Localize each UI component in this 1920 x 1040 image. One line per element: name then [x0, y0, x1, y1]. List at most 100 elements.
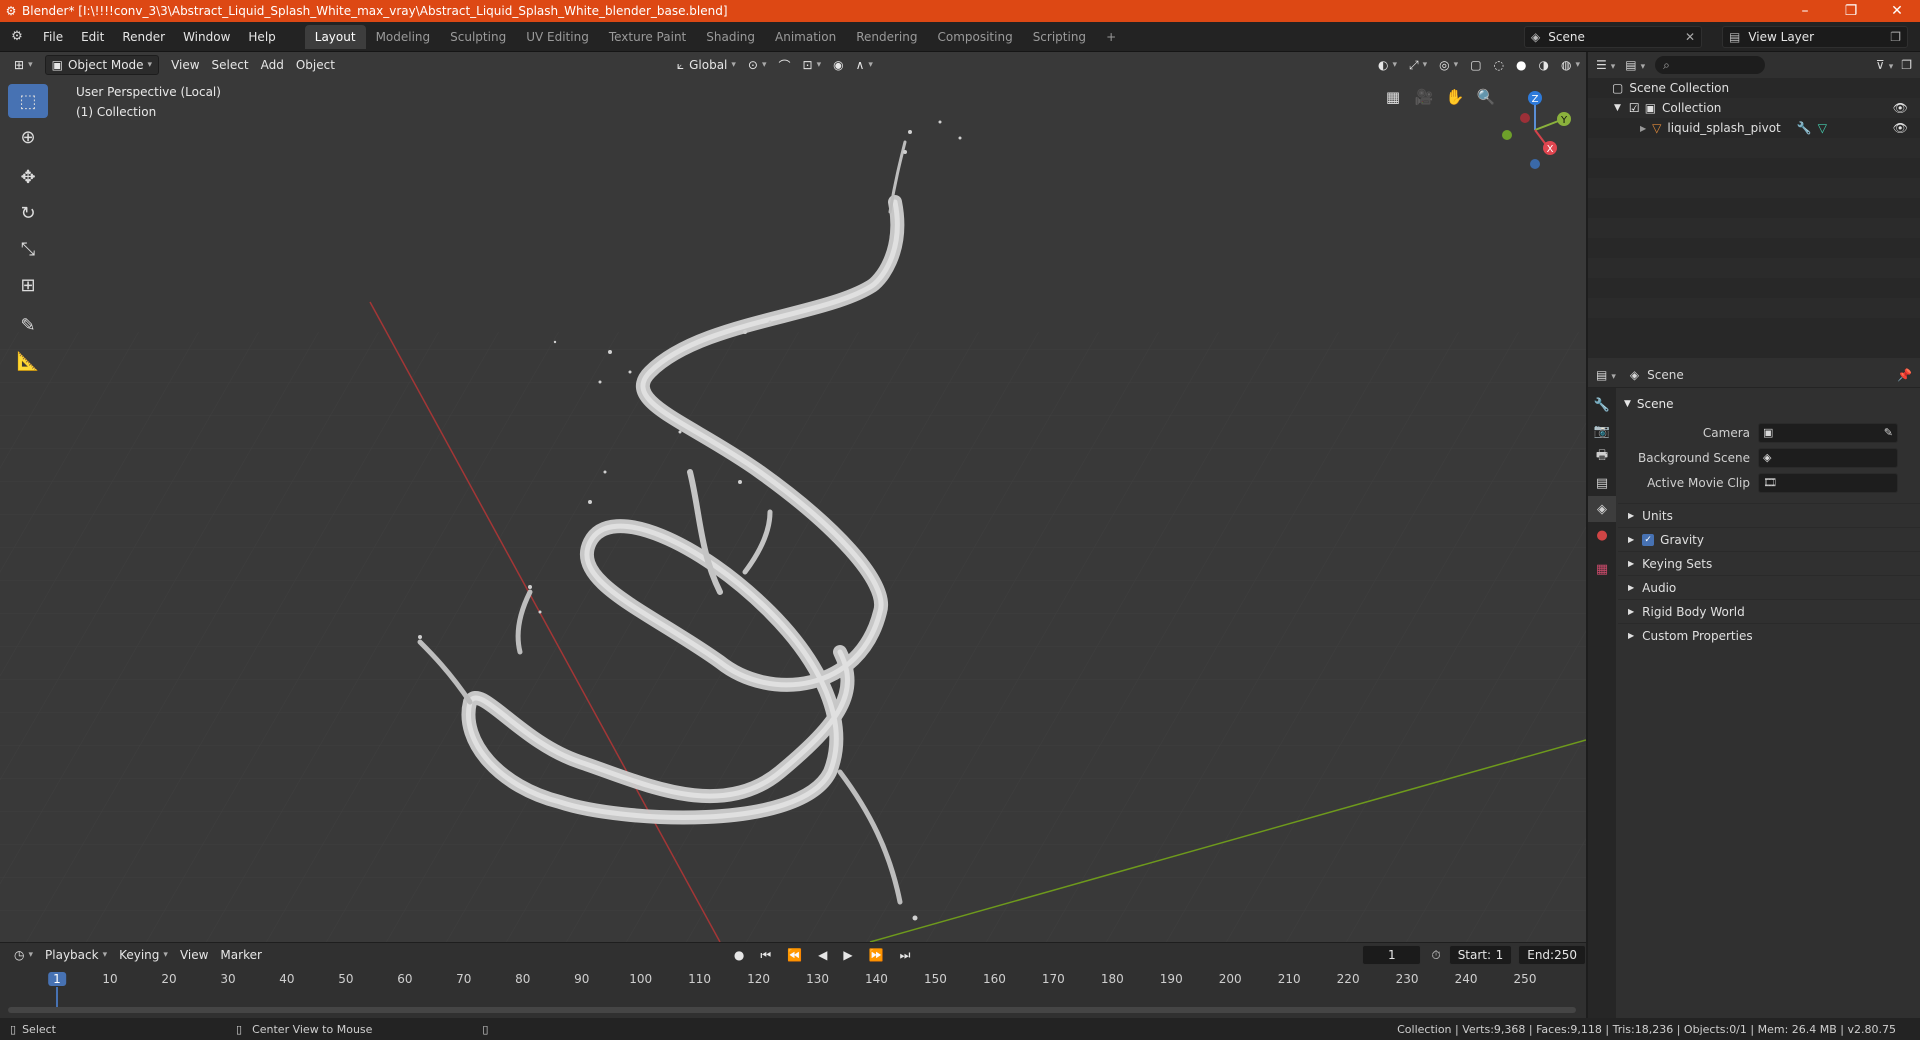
- tab-texture-paint[interactable]: Texture Paint: [599, 25, 696, 49]
- timeline-menu-playback[interactable]: Playback ▾: [39, 945, 113, 965]
- overlay-toggle-icon[interactable]: ◎ ▾: [1433, 55, 1464, 75]
- play-reverse-icon[interactable]: ◀: [812, 945, 833, 965]
- close-scene-icon[interactable]: ✕: [1685, 30, 1695, 44]
- mesh-data-icon[interactable]: ▽: [1818, 121, 1827, 135]
- rotate-tool-icon[interactable]: ↻: [8, 196, 48, 230]
- tab-compositing[interactable]: Compositing: [927, 25, 1022, 49]
- add-workspace-icon[interactable]: +: [1096, 25, 1126, 49]
- record-icon[interactable]: ●: [728, 945, 750, 965]
- tab-animation[interactable]: Animation: [765, 25, 846, 49]
- tab-modeling[interactable]: Modeling: [366, 25, 441, 49]
- end-frame-field[interactable]: End: 250: [1518, 945, 1586, 965]
- menu-window[interactable]: Window: [174, 30, 239, 44]
- transform-orientation-dropdown[interactable]: ⟀ Global ▾: [671, 55, 742, 75]
- viewport-menu-add[interactable]: Add: [255, 55, 290, 75]
- scale-tool-icon[interactable]: ⤡: [8, 232, 48, 266]
- expand-collection-icon[interactable]: ▼: [1614, 103, 1621, 113]
- viewport-menu-select[interactable]: Select: [206, 55, 255, 75]
- texture-tab-icon[interactable]: ▦: [1588, 556, 1616, 582]
- current-frame-field[interactable]: 1: [1362, 945, 1422, 965]
- menu-file[interactable]: File: [34, 30, 72, 44]
- snap-icon[interactable]: ⌒: [773, 55, 797, 75]
- xray-icon[interactable]: ▢: [1464, 55, 1487, 75]
- gizmo-toggle-icon[interactable]: ⤢ ▾: [1403, 55, 1433, 75]
- timeline-menu-keying[interactable]: Keying ▾: [113, 945, 174, 965]
- outliner-editor-type-icon[interactable]: ☰ ▾: [1596, 58, 1615, 72]
- pin-icon[interactable]: 📌: [1897, 368, 1912, 382]
- rendered-shading-icon[interactable]: ◍ ▾: [1555, 55, 1586, 75]
- jump-keyframe-back-icon[interactable]: ⏪: [781, 945, 808, 965]
- units-panel[interactable]: ▶ Units: [1618, 503, 1920, 527]
- view-layer-selector[interactable]: ▤ View Layer ❐: [1722, 26, 1908, 48]
- wireframe-shading-icon[interactable]: ◌: [1488, 55, 1510, 75]
- camera-field[interactable]: ▣ ✎: [1758, 422, 1898, 443]
- tab-layout[interactable]: Layout: [304, 24, 366, 49]
- world-tab-icon[interactable]: ●: [1588, 522, 1616, 548]
- custom-properties-panel[interactable]: ▶ Custom Properties: [1618, 623, 1920, 647]
- modifier-wrench-icon[interactable]: 🔧: [1797, 121, 1812, 135]
- play-icon[interactable]: ▶: [837, 945, 858, 965]
- menu-help[interactable]: Help: [239, 30, 284, 44]
- tab-uv-editing[interactable]: UV Editing: [516, 25, 599, 49]
- tab-rendering[interactable]: Rendering: [846, 25, 927, 49]
- audio-panel[interactable]: ▶ Audio: [1618, 575, 1920, 599]
- background-scene-field[interactable]: ◈: [1758, 447, 1898, 468]
- gravity-panel[interactable]: ▶ ✓ Gravity: [1618, 527, 1920, 551]
- tab-scripting[interactable]: Scripting: [1023, 25, 1096, 49]
- viewport-menu-view[interactable]: View: [165, 55, 205, 75]
- rigid-body-world-panel[interactable]: ▶ Rigid Body World: [1618, 599, 1920, 623]
- timeline-menu-view[interactable]: View: [174, 945, 214, 965]
- blender-menu-icon[interactable]: ⚙: [0, 29, 34, 44]
- snap-target-icon[interactable]: ⊡ ▾: [797, 55, 828, 75]
- object-eye-icon[interactable]: 👁: [1893, 121, 1908, 135]
- collection-eye-icon[interactable]: 👁: [1893, 101, 1908, 115]
- collection-checkbox-icon[interactable]: ☑: [1629, 101, 1640, 115]
- eyedropper-icon[interactable]: ✎: [1884, 426, 1893, 439]
- tab-sculpting[interactable]: Sculpting: [440, 25, 516, 49]
- material-shading-icon[interactable]: ◑: [1533, 55, 1555, 75]
- annotate-tool-icon[interactable]: ✎: [8, 308, 48, 342]
- frame-ruler[interactable]: 1 10 20 30 40 50 60 70 80 90 100 110 120 130 140 150 160…: [0, 969, 1586, 1013]
- toggle-camera-grid-icon[interactable]: ▦: [1380, 84, 1406, 110]
- outliner-row-object[interactable]: ▶ ▽ liquid_splash_pivot 🔧 ▽ 👁: [1588, 118, 1920, 138]
- editor-type-icon[interactable]: ⊞ ▾: [8, 55, 39, 75]
- scene-panel-header[interactable]: ▼ Scene: [1618, 392, 1920, 416]
- 3d-viewport[interactable]: ⊞ ▾ ▣ Object Mode ▾ View Select Add Object…: [0, 52, 1586, 942]
- outliner-row-scene-collection[interactable]: ▢ Scene Collection: [1588, 78, 1920, 98]
- tool-tab-icon[interactable]: 🔧: [1588, 392, 1616, 418]
- jump-end-icon[interactable]: ⏭: [894, 945, 917, 965]
- cursor-tool-icon[interactable]: ⊕: [8, 120, 48, 154]
- mode-dropdown[interactable]: ▣ Object Mode ▾: [44, 55, 160, 75]
- active-movie-clip-field[interactable]: 🎞: [1758, 472, 1898, 493]
- maximize-button[interactable]: ❐: [1828, 3, 1874, 19]
- start-frame-field[interactable]: Start: 1: [1448, 945, 1513, 965]
- close-button[interactable]: ✕: [1874, 3, 1920, 19]
- tab-shading[interactable]: Shading: [696, 25, 765, 49]
- timeline-menu-marker[interactable]: Marker: [214, 945, 267, 965]
- select-box-tool-icon[interactable]: ⬚: [8, 84, 48, 118]
- timeline-editor-type-icon[interactable]: ◷ ▾: [8, 945, 39, 965]
- transform-tool-icon[interactable]: ⊞: [8, 268, 48, 302]
- falloff-icon[interactable]: ∧ ▾: [850, 55, 879, 75]
- minimize-button[interactable]: –: [1782, 3, 1828, 19]
- camera-view-icon[interactable]: 🎥: [1411, 84, 1437, 110]
- new-view-layer-icon[interactable]: ❐: [1890, 30, 1901, 44]
- outliner-row-collection[interactable]: ▼ ☑ ▣ Collection 👁: [1588, 98, 1920, 118]
- timeline-scrollbar[interactable]: [8, 1007, 1576, 1013]
- solid-shading-icon[interactable]: ●: [1510, 55, 1532, 75]
- scene-selector[interactable]: ◈ Scene ✕: [1524, 26, 1702, 48]
- visibility-icon[interactable]: ◐ ▾: [1372, 55, 1403, 75]
- expand-object-icon[interactable]: ▶: [1640, 124, 1646, 133]
- move-tool-icon[interactable]: ✥: [8, 160, 48, 194]
- view-layer-tab-icon[interactable]: ▤: [1588, 470, 1616, 496]
- preview-range-icon[interactable]: ⏱: [1431, 948, 1440, 963]
- jump-start-icon[interactable]: ⏮: [754, 945, 777, 965]
- proportional-edit-icon[interactable]: ◉: [827, 55, 849, 75]
- outliner-search-field[interactable]: ⌕: [1655, 56, 1766, 74]
- gravity-checkbox[interactable]: ✓: [1642, 533, 1655, 546]
- current-frame-marker[interactable]: 1: [48, 972, 66, 986]
- jump-keyframe-forward-icon[interactable]: ⏩: [863, 945, 890, 965]
- menu-edit[interactable]: Edit: [72, 30, 113, 44]
- output-tab-icon[interactable]: 🖶: [1588, 444, 1616, 470]
- keying-sets-panel[interactable]: ▶ Keying Sets: [1618, 551, 1920, 575]
